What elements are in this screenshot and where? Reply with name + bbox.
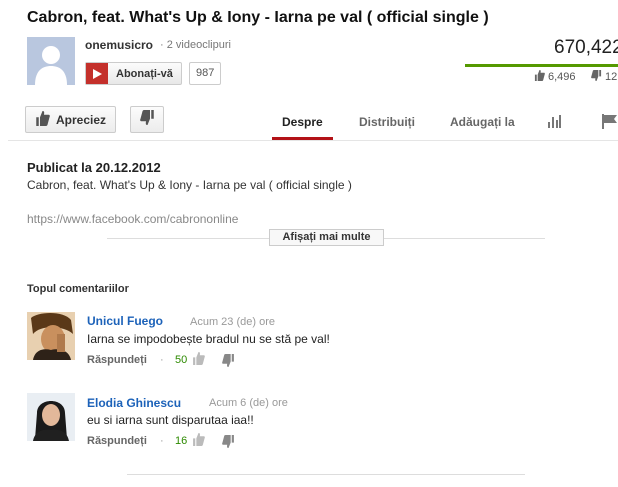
comments-divider: [127, 474, 525, 475]
thumbs-down-icon: [591, 70, 602, 84]
channel-video-count[interactable]: · 2 videoclipuri: [160, 39, 231, 51]
channel-name[interactable]: onemusicro: [85, 38, 153, 52]
like-count-value: 6,496: [548, 71, 576, 83]
thumbs-up-icon: [534, 70, 545, 84]
channel-avatar[interactable]: [27, 37, 75, 85]
youtube-play-icon: [86, 63, 108, 84]
comment-dislike-button[interactable]: [222, 435, 235, 453]
tab-report[interactable]: [601, 114, 617, 134]
reply-button[interactable]: Răspundeți: [87, 354, 147, 366]
comment-avatar[interactable]: [27, 312, 75, 360]
comment-author[interactable]: Elodia Ghinescu: [87, 396, 181, 410]
like-ratio-fill: [465, 64, 618, 67]
comment-author[interactable]: Unicul Fuego: [87, 314, 163, 328]
comment-timestamp[interactable]: Acum 23 (de) ore: [190, 316, 275, 328]
comment-dislike-button[interactable]: [222, 354, 235, 372]
dislike-count: 12: [591, 70, 617, 84]
comment-vote-count: 50: [175, 354, 188, 366]
tabs-divider: [8, 140, 618, 141]
thumbs-down-icon: [222, 435, 235, 452]
separator-dot: ·: [160, 435, 164, 447]
like-button-label: Apreciez: [55, 112, 107, 127]
description-link[interactable]: https://www.facebook.com/cabrononline: [27, 212, 238, 226]
description-text: Cabron, feat. What's Up & Iony - Iarna p…: [27, 178, 352, 192]
comment-text: Iarna se impodobește bradul nu se stă pe…: [87, 332, 330, 346]
subscribe-label: Abonați-vă: [116, 67, 173, 80]
comment-avatar[interactable]: [27, 393, 75, 441]
comment-like-button[interactable]: [192, 433, 205, 451]
tab-statistics[interactable]: [547, 114, 561, 133]
reply-button[interactable]: Răspundeți: [87, 435, 147, 447]
like-button[interactable]: Apreciez: [25, 106, 116, 133]
comment-text: eu si iarna sunt disparutaa iaa!!: [87, 413, 254, 427]
flag-icon: [601, 114, 617, 133]
dislike-button[interactable]: [130, 106, 164, 133]
video-title: Cabron, feat. What's Up & Iony - Iarna p…: [27, 9, 489, 26]
thumbs-up-icon: [192, 433, 205, 450]
comment-timestamp[interactable]: Acum 6 (de) ore: [209, 397, 288, 409]
like-count: 6,496: [534, 70, 576, 84]
separator-dot: ·: [160, 354, 164, 366]
subscriber-count: 987: [189, 62, 222, 85]
dislike-count-value: 12: [605, 71, 618, 83]
tab-add-to[interactable]: Adăugați la: [450, 115, 515, 129]
thumbs-down-icon: [222, 354, 235, 371]
comment-like-button[interactable]: [192, 352, 205, 370]
like-ratio-bar: [465, 64, 618, 67]
subscribe-button[interactable]: Abonați-vă: [85, 62, 182, 85]
thumbs-up-icon: [35, 110, 50, 129]
view-count: 670,422: [554, 37, 618, 58]
thumbs-up-icon: [192, 352, 205, 369]
publish-date: Publicat la 20.12.2012: [27, 160, 161, 175]
bar-chart-icon: [547, 115, 561, 132]
thumbs-down-icon: [139, 109, 155, 130]
comment-vote-count: 16: [175, 435, 188, 447]
show-more-button[interactable]: Afișați mai multe: [269, 229, 384, 246]
top-comments-heading: Topul comentariilor: [27, 283, 129, 295]
tab-about[interactable]: Despre: [282, 115, 323, 129]
tab-share[interactable]: Distribuiți: [359, 115, 415, 129]
